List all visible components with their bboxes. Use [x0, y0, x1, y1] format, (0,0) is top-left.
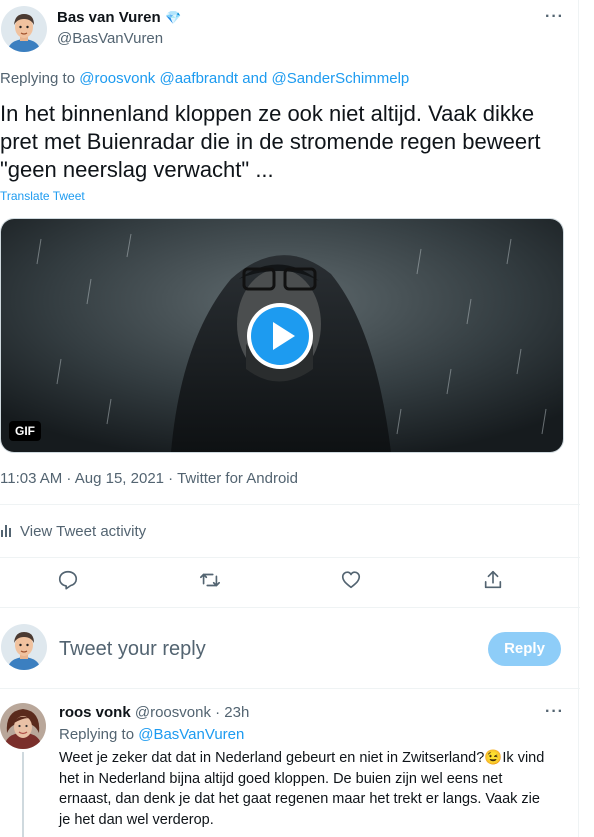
divider: [0, 557, 580, 558]
column-border: [578, 0, 579, 837]
activity-bars-icon: [0, 523, 14, 541]
gif-badge: GIF: [9, 421, 41, 441]
reply-input[interactable]: Tweet your reply: [59, 638, 206, 661]
reply-header: roos vonk @roosvonk · 23h: [59, 704, 249, 721]
activity-label: View Tweet activity: [20, 523, 147, 540]
reply-button[interactable]: Reply: [488, 632, 561, 666]
reply-replying-to: Replying to @BasVanVuren: [59, 726, 244, 743]
reply-time[interactable]: · 23h: [215, 704, 249, 721]
tweet-text-line: "geen neerslag verwacht" ...: [0, 157, 274, 182]
share-icon[interactable]: [482, 569, 504, 596]
reply-text-line: je het dan wel verderop.: [59, 811, 214, 828]
replying-to-prefix: Replying to: [0, 70, 76, 87]
author-avatar[interactable]: [1, 6, 47, 52]
author-name[interactable]: Bas van Vuren: [57, 9, 161, 26]
like-icon[interactable]: [340, 569, 362, 596]
reply-text-line: het in Nederland bijna altijd goed klopp…: [59, 770, 503, 787]
current-user-avatar[interactable]: [1, 624, 47, 670]
tweet-text-line: In het binnenland kloppen ze ook niet al…: [0, 101, 535, 126]
replying-to-line: Replying to @roosvonk @aafbrandt and @Sa…: [0, 70, 409, 87]
divider: [0, 504, 580, 505]
author-handle[interactable]: @BasVanVuren: [57, 30, 163, 47]
more-options-icon[interactable]: ···: [545, 8, 564, 26]
reply-text-segment: Weet je zeker dat dat in Nederland gebeu…: [59, 750, 485, 766]
reply-text: Weet je zeker dat dat in Nederland gebeu…: [59, 748, 574, 830]
reply-author-name[interactable]: roos vonk: [59, 704, 131, 721]
wink-emoji-icon: 😉: [484, 750, 503, 766]
divider: [0, 607, 580, 608]
reply-author-avatar[interactable]: [0, 703, 46, 749]
mention-link[interactable]: @aafbrandt: [159, 70, 238, 87]
reply-more-options-icon[interactable]: ···: [545, 703, 564, 721]
divider: [0, 688, 580, 689]
replying-to-prefix: Replying to: [59, 726, 135, 743]
play-icon: [251, 307, 309, 365]
author-name-row: Bas van Vuren 💎: [57, 9, 181, 27]
tweet-page: Bas van Vuren 💎 @BasVanVuren ··· Replyin…: [0, 0, 580, 837]
translate-tweet-link[interactable]: Translate Tweet: [0, 189, 85, 203]
gif-media[interactable]: GIF: [0, 218, 564, 453]
reply-author-handle[interactable]: @roosvonk: [135, 704, 211, 721]
tweet-text: In het binnenland kloppen ze ook niet al…: [0, 100, 570, 184]
mention-link[interactable]: @roosvonk: [79, 70, 155, 87]
thread-line: [22, 752, 24, 837]
reply-text-line: Weet je zeker dat dat in Nederland gebeu…: [59, 748, 574, 769]
reply-text-line: ernaast, dan denk je dat het gaat regene…: [59, 791, 540, 807]
play-button[interactable]: [247, 303, 313, 369]
tweet-text-line: pret met Buienradar die in de stromende …: [0, 129, 541, 154]
reply-icon[interactable]: [57, 569, 79, 596]
mention-link[interactable]: @SanderSchimmelp: [271, 70, 409, 87]
tweet-timestamp[interactable]: 11:03 AM · Aug 15, 2021 · Twitter for An…: [0, 470, 298, 487]
reply-text-segment: Ik vind: [502, 750, 545, 766]
replying-and: and: [242, 70, 268, 87]
retweet-icon[interactable]: [199, 569, 221, 596]
mention-link[interactable]: @BasVanVuren: [138, 726, 244, 743]
view-tweet-activity[interactable]: View Tweet activity: [0, 523, 146, 541]
verified-diamond-icon: 💎: [165, 10, 182, 25]
